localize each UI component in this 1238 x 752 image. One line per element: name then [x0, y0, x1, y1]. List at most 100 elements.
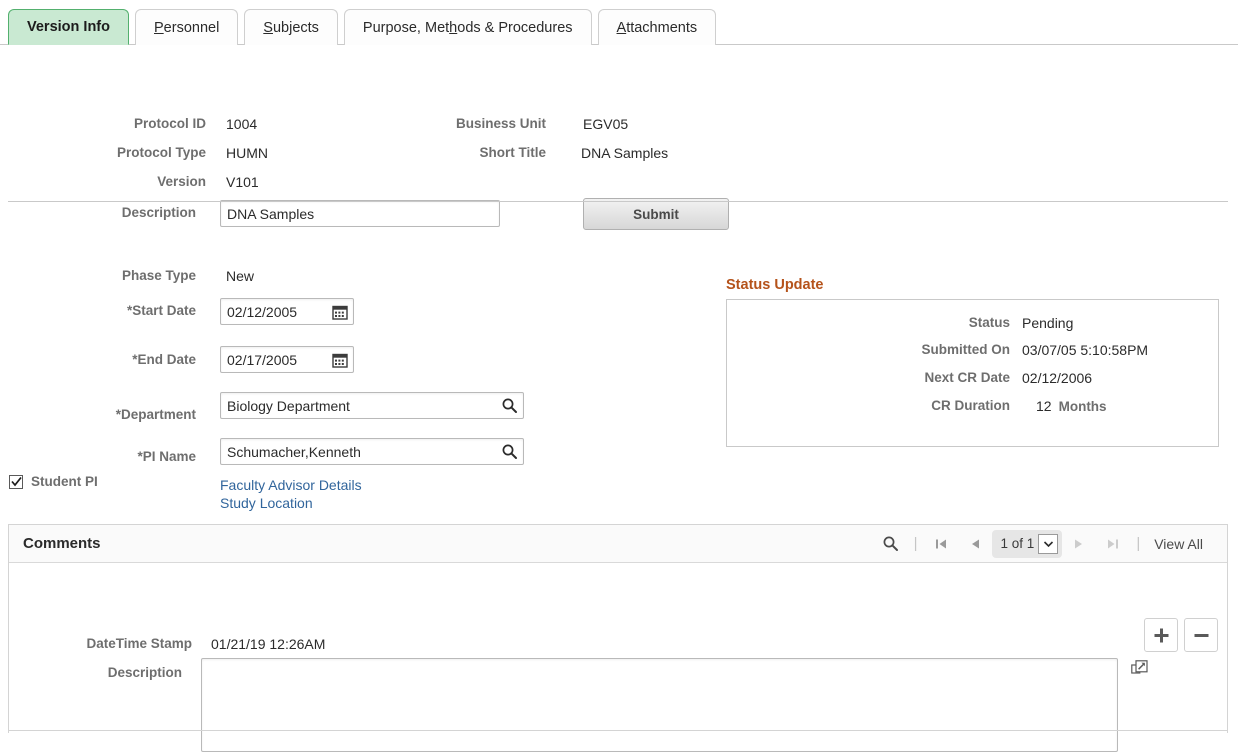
tab-attachments[interactable]: Attachments	[598, 9, 717, 45]
description-input-wrap	[220, 200, 500, 227]
bottom-divider	[8, 730, 1228, 731]
short-title-label: Short Title	[479, 145, 546, 160]
pager-separator: |	[1130, 535, 1146, 552]
field-protocol-type: Protocol Type	[0, 145, 218, 160]
next-page-icon	[1072, 537, 1086, 551]
version-value-wrap: V101	[226, 174, 259, 190]
field-submitted-on: Submitted On	[860, 342, 1010, 357]
end-date-input-wrap	[220, 346, 354, 373]
tab-version-info[interactable]: Version Info	[8, 9, 129, 45]
protocol-id-value: 1004	[226, 116, 257, 132]
start-date-label: *Start Date	[127, 303, 196, 318]
pager-separator: |	[908, 535, 924, 552]
expand-textarea-icon[interactable]	[1131, 660, 1148, 682]
pager-last-button[interactable]	[1096, 529, 1130, 559]
prev-page-icon	[968, 537, 982, 551]
submitted-on-value-wrap: 03/07/05 5:10:58PM	[1022, 342, 1148, 358]
tab-personnel[interactable]: Personnel	[135, 9, 238, 45]
tab-subjects[interactable]: Subjects	[244, 9, 338, 45]
department-input[interactable]	[220, 392, 524, 419]
protocol-type-value: HUMN	[226, 145, 268, 161]
checkbox-row-student-pi[interactable]: Student PI	[9, 474, 98, 489]
search-icon[interactable]	[501, 443, 518, 460]
submitted-on-label: Submitted On	[922, 342, 1011, 357]
view-all-button[interactable]: View All	[1146, 536, 1213, 552]
tab-bar: Version Info Personnel Subjects Purpose,…	[0, 0, 1238, 45]
field-datetime-stamp: DateTime Stamp	[9, 636, 204, 651]
comments-section: Comments | 1 of 1	[8, 524, 1228, 733]
department-input-wrap	[220, 392, 524, 419]
submit-button[interactable]: Submit	[583, 198, 729, 230]
description-label: Description	[122, 205, 196, 220]
pager-next-button[interactable]	[1062, 529, 1096, 559]
field-status: Status	[860, 315, 1010, 330]
link-faculty-advisor-details[interactable]: Faculty Advisor Details	[220, 477, 362, 493]
comments-body: DateTime Stamp 01/21/19 12:26AM Descript…	[9, 563, 1227, 733]
pi-name-input-wrap	[220, 438, 524, 465]
field-description: Description	[0, 205, 208, 220]
calendar-icon[interactable]	[332, 304, 348, 320]
submitted-on-value: 03/07/05 5:10:58PM	[1022, 342, 1148, 358]
cr-duration-unit: Months	[1059, 399, 1107, 414]
student-pi-label: Student PI	[31, 474, 98, 489]
minus-icon	[1193, 627, 1210, 644]
business-unit-label: Business Unit	[456, 116, 546, 131]
field-business-unit: Business Unit	[400, 116, 558, 131]
pager-dropdown[interactable]	[1038, 534, 1058, 554]
pi-name-label: *PI Name	[137, 449, 196, 464]
status-value: Pending	[1022, 315, 1073, 331]
add-comment-button[interactable]	[1144, 618, 1178, 652]
pager-first-button[interactable]	[924, 529, 958, 559]
description-input[interactable]	[220, 200, 500, 227]
short-title-value: DNA Samples	[581, 145, 668, 161]
field-short-title: Short Title	[400, 145, 558, 160]
version-value: V101	[226, 174, 259, 190]
tab-version-info-label: Version Info	[27, 19, 110, 35]
link-study-location[interactable]: Study Location	[220, 495, 313, 511]
comments-pager: | 1 of 1	[874, 529, 1213, 559]
comments-header: Comments | 1 of 1	[9, 525, 1227, 563]
field-pi-name: *PI Name	[0, 449, 208, 464]
field-department: *Department	[0, 407, 208, 422]
end-date-label: *End Date	[132, 352, 196, 367]
tab-purpose-methods-procedures[interactable]: Purpose, Methods & Procedures	[344, 9, 592, 45]
remove-comment-button[interactable]	[1184, 618, 1218, 652]
pager-counter[interactable]: 1 of 1	[992, 530, 1063, 558]
chevron-down-icon	[1043, 540, 1054, 548]
comments-title: Comments	[23, 535, 101, 552]
field-version: Version	[0, 174, 218, 189]
field-start-date: *Start Date	[0, 303, 208, 318]
status-value-wrap: Pending	[1022, 315, 1073, 331]
business-unit-value: EGV05	[583, 116, 628, 132]
tab-subjects-label: Subjects	[263, 20, 319, 36]
tab-attachments-label: Attachments	[617, 20, 698, 36]
protocol-type-label: Protocol Type	[117, 145, 206, 160]
field-protocol-id: Protocol ID	[0, 116, 218, 131]
cr-duration-label: CR Duration	[931, 398, 1010, 413]
next-cr-date-value-wrap: 02/12/2006	[1022, 370, 1092, 386]
student-pi-checkbox[interactable]	[9, 475, 23, 489]
pager-counter-label: 1 of 1	[1001, 536, 1035, 551]
field-comment-description: Description	[9, 665, 194, 680]
datetime-stamp-label: DateTime Stamp	[86, 636, 192, 651]
tab-personnel-label: Personnel	[154, 20, 219, 36]
search-icon[interactable]	[501, 397, 518, 414]
status-label: Status	[969, 315, 1010, 330]
next-cr-date-label: Next CR Date	[924, 370, 1010, 385]
last-page-icon	[1106, 537, 1120, 551]
pager-prev-button[interactable]	[958, 529, 992, 559]
next-cr-date-value: 02/12/2006	[1022, 370, 1092, 386]
pager-search-icon[interactable]	[874, 529, 908, 559]
comment-description-textarea[interactable]	[201, 658, 1118, 752]
field-next-cr-date: Next CR Date	[860, 370, 1010, 385]
field-phase-type: Phase Type	[0, 268, 208, 283]
calendar-icon[interactable]	[332, 352, 348, 368]
business-unit-value-wrap: EGV05	[583, 116, 628, 132]
protocol-id-value-wrap: 1004	[226, 116, 257, 132]
status-update-title: Status Update	[726, 277, 824, 293]
pi-name-input[interactable]	[220, 438, 524, 465]
plus-icon	[1153, 627, 1170, 644]
datetime-stamp-value-wrap: 01/21/19 12:26AM	[211, 636, 325, 652]
protocol-id-label: Protocol ID	[134, 116, 206, 131]
first-page-icon	[934, 537, 948, 551]
